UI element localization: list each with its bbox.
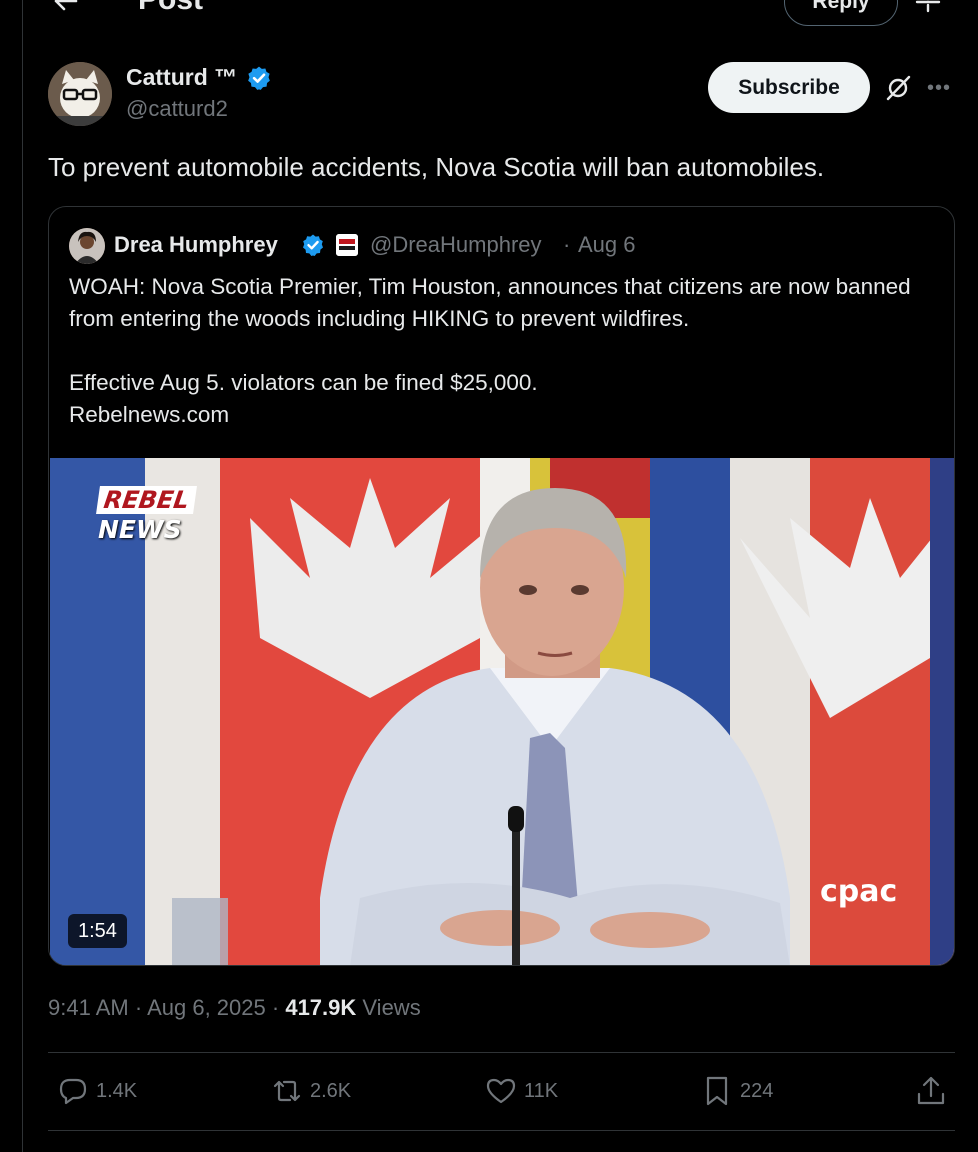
reply-button[interactable]: Reply — [784, 0, 898, 26]
reply-count: 1.4K — [96, 1079, 138, 1102]
separator-dot: · — [271, 995, 280, 1020]
quoted-post-text: WOAH: Nova Scotia Premier, Tim Houston, … — [69, 271, 939, 431]
post-time[interactable]: 9:41 AM — [48, 995, 129, 1020]
quoted-author-handle: @DreaHumphrey — [370, 232, 542, 257]
bookmark-action[interactable]: 224 — [700, 1072, 773, 1110]
rebel-news-watermark: REBEL NEWS — [96, 486, 208, 544]
repost-action[interactable]: 2.6K — [270, 1072, 351, 1110]
quoted-text-line: WOAH: Nova Scotia Premier, Tim Houston, … — [69, 274, 911, 331]
bookmark-count: 224 — [740, 1079, 774, 1102]
views-count: 417.9K — [285, 995, 357, 1020]
page-title: Post — [138, 0, 203, 16]
share-action[interactable] — [914, 1072, 948, 1110]
like-action[interactable]: 11K — [484, 1072, 558, 1110]
more-icon[interactable]: ••• — [926, 76, 952, 100]
divider — [48, 1052, 955, 1053]
quoted-date: Aug 6 — [578, 232, 636, 257]
reply-icon — [59, 1078, 87, 1105]
affiliation-badge-icon — [336, 234, 358, 256]
reply-action[interactable]: 1.4K — [56, 1072, 137, 1110]
subscribe-button[interactable]: Subscribe — [708, 62, 870, 113]
timeline-border — [22, 0, 23, 1152]
top-bar: Post Reply — [0, 0, 978, 26]
quoted-author-name: Drea Humphrey — [114, 232, 278, 257]
quoted-avatar — [69, 228, 105, 264]
quoted-text-line: Effective Aug 5. violators can be fined … — [69, 370, 538, 395]
verified-badge-icon — [303, 234, 323, 256]
verified-badge-icon — [248, 66, 270, 90]
avatar[interactable] — [48, 62, 112, 126]
share-icon — [917, 1076, 945, 1105]
quoted-post-card[interactable]: Drea Humphrey @DreaHumphrey · Aug 6 WOAH… — [48, 206, 955, 966]
separator-dot: · — [134, 995, 143, 1020]
grok-icon[interactable] — [884, 74, 912, 102]
broadcaster-logo: cpac — [820, 874, 898, 909]
expand-icon[interactable] — [914, 0, 942, 14]
like-count: 11K — [524, 1079, 559, 1102]
separator-dot: · — [563, 232, 571, 257]
views-label: Views — [362, 995, 421, 1020]
post-meta: 9:41 AM · Aug 6, 2025 · 417.9K Views — [48, 993, 421, 1023]
post-text: To prevent automobile accidents, Nova Sc… — [48, 152, 825, 182]
heart-icon — [486, 1078, 516, 1104]
author-name[interactable]: Catturd ™ — [126, 62, 237, 92]
video-duration: 1:54 — [68, 914, 127, 948]
repost-icon — [273, 1080, 301, 1102]
arrow-left-icon[interactable] — [50, 0, 80, 16]
quoted-text-line: Rebelnews.com — [69, 402, 230, 427]
author-handle[interactable]: @catturd2 — [126, 95, 228, 123]
video-player[interactable]: REBEL NEWS cpac 1:54 — [50, 458, 954, 965]
bookmark-icon — [706, 1076, 728, 1106]
post-date[interactable]: Aug 6, 2025 — [147, 995, 266, 1020]
divider — [48, 1130, 955, 1131]
repost-count: 2.6K — [310, 1079, 352, 1102]
